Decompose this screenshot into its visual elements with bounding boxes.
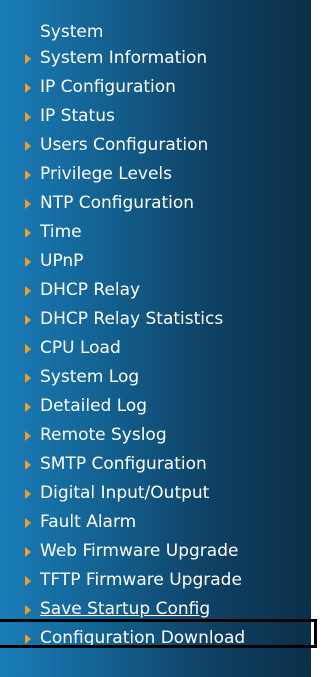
triangle-right-icon: [25, 605, 31, 615]
menu-item-label: DHCP Relay: [40, 280, 141, 300]
menu-item-label: SMTP Configuration: [40, 454, 207, 474]
menu-item-label: Remote Syslog: [40, 425, 167, 445]
triangle-right-icon: [25, 112, 31, 122]
triangle-right-icon: [25, 257, 31, 267]
menu-heading-system: System: [40, 22, 104, 42]
menu-item-cpu-load[interactable]: CPU Load: [0, 334, 311, 363]
triangle-right-icon: [25, 286, 31, 296]
menu-item-label: Configuration Download: [40, 628, 246, 648]
triangle-right-icon: [25, 199, 31, 209]
menu-item-label: Privilege Levels: [40, 164, 173, 184]
menu-item-label: Time: [40, 222, 82, 242]
menu-item-label: DHCP Relay Statistics: [40, 309, 224, 329]
menu-item-ip-configuration[interactable]: IP Configuration: [0, 73, 311, 102]
menu-item-users-configuration[interactable]: Users Configuration: [0, 131, 311, 160]
menu-item-label: NTP Configuration: [40, 193, 195, 213]
menu-item-privilege-levels[interactable]: Privilege Levels: [0, 160, 311, 189]
menu-item-label: IP Configuration: [40, 77, 176, 97]
menu-item-tftp-firmware-upgrade[interactable]: TFTP Firmware Upgrade: [0, 566, 311, 595]
triangle-right-icon: [25, 170, 31, 180]
page-background-strip: [311, 0, 323, 677]
menu-item-label: Digital Input/Output: [40, 483, 210, 503]
triangle-right-icon: [25, 373, 31, 383]
triangle-right-icon: [25, 141, 31, 151]
triangle-right-icon: [25, 402, 31, 412]
triangle-right-icon: [25, 83, 31, 93]
menu-item-detailed-log[interactable]: Detailed Log: [0, 392, 311, 421]
menu-item-configuration-download[interactable]: Configuration Download: [0, 624, 311, 653]
menu-item-system-log[interactable]: System Log: [0, 363, 311, 392]
system-menu-list: System Information IP Configuration IP S…: [0, 44, 311, 653]
menu-item-upnp[interactable]: UPnP: [0, 247, 311, 276]
triangle-right-icon: [25, 54, 31, 64]
menu-item-ip-status[interactable]: IP Status: [0, 102, 311, 131]
menu-item-label: Web Firmware Upgrade: [40, 541, 239, 561]
triangle-right-icon: [25, 228, 31, 238]
triangle-right-icon: [25, 344, 31, 354]
menu-item-digital-input-output[interactable]: Digital Input/Output: [0, 479, 311, 508]
triangle-right-icon: [25, 489, 31, 499]
triangle-right-icon: [25, 634, 31, 644]
menu-item-fault-alarm[interactable]: Fault Alarm: [0, 508, 311, 537]
menu-item-save-startup-config[interactable]: Save Startup Config: [0, 595, 311, 624]
menu-item-label: UPnP: [40, 251, 84, 271]
triangle-right-icon: [25, 431, 31, 441]
menu-item-label: System Log: [40, 367, 140, 387]
menu-item-label: Fault Alarm: [40, 512, 137, 532]
menu-item-label: CPU Load: [40, 338, 121, 358]
menu-item-label: TFTP Firmware Upgrade: [40, 570, 242, 590]
menu-item-smtp-configuration[interactable]: SMTP Configuration: [0, 450, 311, 479]
menu-item-label: Detailed Log: [40, 396, 148, 416]
triangle-right-icon: [25, 576, 31, 586]
system-menu-panel: System System Information IP Configurati…: [0, 0, 311, 677]
menu-item-time[interactable]: Time: [0, 218, 311, 247]
menu-item-ntp-configuration[interactable]: NTP Configuration: [0, 189, 311, 218]
menu-item-dhcp-relay[interactable]: DHCP Relay: [0, 276, 311, 305]
menu-item-remote-syslog[interactable]: Remote Syslog: [0, 421, 311, 450]
menu-item-label: Users Configuration: [40, 135, 209, 155]
menu-item-label: Save Startup Config: [40, 599, 211, 619]
triangle-right-icon: [25, 460, 31, 470]
menu-item-system-information[interactable]: System Information: [0, 44, 311, 73]
triangle-right-icon: [25, 547, 31, 557]
menu-item-web-firmware-upgrade[interactable]: Web Firmware Upgrade: [0, 537, 311, 566]
menu-item-dhcp-relay-statistics[interactable]: DHCP Relay Statistics: [0, 305, 311, 334]
triangle-right-icon: [25, 518, 31, 528]
menu-item-label: IP Status: [40, 106, 115, 126]
triangle-right-icon: [25, 315, 31, 325]
menu-item-label: System Information: [40, 48, 208, 68]
